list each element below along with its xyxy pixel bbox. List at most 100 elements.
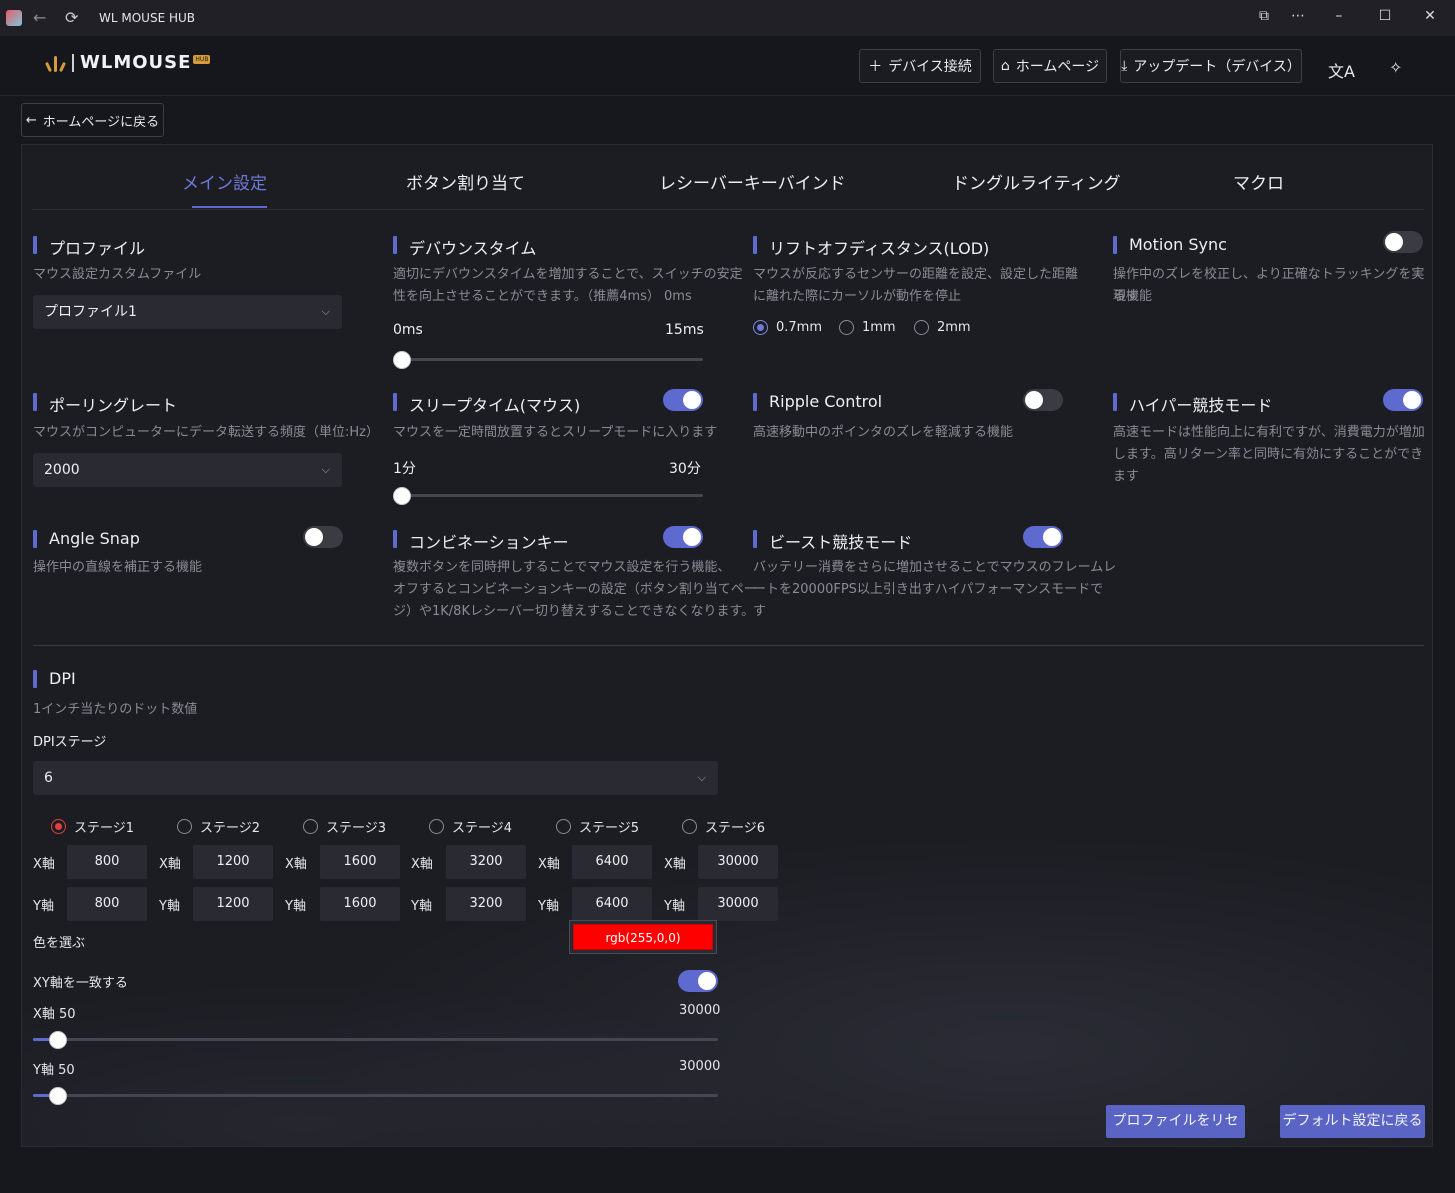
stage-3-y-input[interactable]: 1600 — [320, 887, 400, 921]
stage-4-radio[interactable]: ステージ4 — [429, 817, 512, 836]
radio-selected-icon — [51, 819, 66, 834]
stage-6-y-input[interactable]: 30000 — [698, 887, 778, 921]
profile-select[interactable]: プロファイル1 ⌵ — [33, 295, 342, 329]
close-button[interactable]: ✕ — [1420, 8, 1440, 24]
beast-desc-1: バッテリー消費をさらに増加させることでマウスのフレームレ — [753, 560, 1117, 575]
radio-icon — [914, 320, 929, 335]
tab-macro[interactable]: マクロ — [1233, 169, 1284, 194]
tab-button-assign[interactable]: ボタン割り当て — [406, 169, 525, 194]
y-axis-label: Y軸 — [33, 899, 54, 914]
profile-desc: マウス設定カスタムファイル — [33, 267, 202, 282]
tab-main-settings[interactable]: メイン設定 — [182, 169, 267, 194]
app-view-icon[interactable]: ⧉ — [1254, 8, 1274, 24]
app-window: ← ⟳ WL MOUSE HUB ⧉ ⋯ – ☐ ✕ WLMOUSE HUB ＋… — [0, 0, 1455, 1193]
download-icon: ⤓ — [1121, 58, 1128, 74]
reset-profile-button[interactable]: プロファイルをリセット — [1106, 1105, 1245, 1138]
stage-4-x-input[interactable]: 3200 — [446, 845, 526, 879]
stage-6-x-input[interactable]: 30000 — [698, 845, 778, 879]
x-axis-label: X軸 — [33, 857, 55, 872]
x-dpi-slider-track[interactable] — [33, 1038, 718, 1041]
y-dpi-slider-track[interactable] — [33, 1094, 718, 1097]
combo-desc-2: オフするとコンビネーションキーの設定（ボタン割り当てペー — [393, 582, 757, 597]
x-slider-label: X軸 50 — [33, 1007, 76, 1022]
sleep-toggle[interactable] — [663, 389, 703, 411]
lod-title: リフトオフディスタンス(LOD) — [753, 235, 989, 259]
color-picker[interactable]: rgb(255,0,0) — [569, 920, 717, 954]
tab-dongle-lighting[interactable]: ドングルライティング — [952, 169, 1121, 194]
chevron-down-icon: ⌵ — [321, 305, 330, 318]
lod-option-1mm[interactable]: 1mm — [839, 320, 896, 335]
hyper-desc-2: します。高リターン率と同時に有効にすることができます — [1113, 447, 1424, 484]
stage-3-radio[interactable]: ステージ3 — [303, 817, 386, 836]
stage-2-y-input[interactable]: 1200 — [193, 887, 273, 921]
stage-2-radio[interactable]: ステージ2 — [177, 817, 260, 836]
stage-label: ステージ3 — [326, 821, 387, 836]
restore-default-button[interactable]: デフォルト設定に戻る — [1280, 1105, 1425, 1138]
logo: WLMOUSE HUB — [45, 52, 211, 73]
x-dpi-slider-thumb[interactable] — [49, 1031, 67, 1049]
connect-device-button[interactable]: ＋ デバイス接続 — [859, 49, 981, 83]
chevron-down-icon: ⌵ — [321, 463, 330, 476]
radio-icon — [839, 320, 854, 335]
lod-option-2mm[interactable]: 2mm — [914, 320, 971, 335]
arrow-left-icon: ← — [25, 112, 37, 128]
stage-2-x-input[interactable]: 1200 — [193, 845, 273, 879]
app-header: WLMOUSE HUB ＋ デバイス接続 ⌂ ホームページ ⤓ アップデート（デ… — [0, 36, 1455, 96]
hyper-toggle[interactable] — [1383, 389, 1423, 411]
stage-3-x-input[interactable]: 1600 — [320, 845, 400, 879]
magic-wand-icon[interactable]: ✧ — [1389, 58, 1402, 77]
maximize-button[interactable]: ☐ — [1375, 8, 1395, 24]
angle-snap-desc: 操作中の直線を補正する機能 — [33, 560, 203, 575]
stage-4-y-input[interactable]: 3200 — [446, 887, 526, 921]
debounce-desc-1: 適切にデバウンスタイムを増加することで、スイッチの安定 — [393, 267, 743, 282]
y-axis-label: Y軸 — [159, 899, 180, 914]
dpi-desc: 1インチ当たりのドット数値 — [33, 702, 198, 717]
x-axis-label: X軸 — [285, 857, 307, 872]
tab-receiver-keybind[interactable]: レシーバーキーバインド — [659, 169, 846, 194]
stage-5-y-input[interactable]: 6400 — [572, 887, 652, 921]
stage-5-radio[interactable]: ステージ5 — [556, 817, 639, 836]
logo-mark-icon — [45, 54, 66, 72]
hyper-desc-1: 高速モードは性能向上に有利ですが、消費電力が増加 — [1113, 425, 1425, 440]
dpi-stage-label: DPIステージ — [33, 735, 107, 750]
lod-option-label: 2mm — [937, 320, 971, 335]
stage-1-y-input[interactable]: 800 — [67, 887, 147, 921]
stage-label: ステージ4 — [452, 821, 513, 836]
back-to-homepage-button[interactable]: ← ホームページに戻る — [21, 103, 164, 137]
sleep-title: スリープタイム(マウス) — [393, 392, 580, 416]
translate-icon[interactable]: 文A — [1328, 58, 1355, 82]
minimize-button[interactable]: – — [1329, 8, 1349, 24]
motion-sync-title: Motion Sync — [1113, 235, 1227, 254]
refresh-icon[interactable]: ⟳ — [65, 8, 78, 27]
homepage-button[interactable]: ⌂ ホームページ — [993, 49, 1107, 83]
motion-sync-toggle[interactable] — [1383, 231, 1423, 253]
combo-desc-1: 複数ボタンを同時押しすることでマウス設定を行う機能、 — [393, 560, 731, 575]
dpi-stage-select[interactable]: 6 ⌵ — [33, 761, 718, 795]
more-options-icon[interactable]: ⋯ — [1288, 8, 1308, 24]
x-axis-label: X軸 — [411, 857, 433, 872]
color-swatch: rgb(255,0,0) — [573, 924, 713, 950]
back-arrow-icon[interactable]: ← — [33, 8, 46, 27]
stage-1-x-input[interactable]: 800 — [67, 845, 147, 879]
polling-select[interactable]: 2000 ⌵ — [33, 453, 342, 487]
y-dpi-slider-thumb[interactable] — [49, 1087, 67, 1105]
stage-6-radio[interactable]: ステージ6 — [682, 817, 765, 836]
angle-snap-toggle[interactable] — [303, 526, 343, 548]
stage-1-radio[interactable]: ステージ1 — [51, 817, 134, 836]
section-divider — [33, 645, 1424, 646]
stage-label: ステージ6 — [705, 821, 766, 836]
radio-icon — [303, 819, 318, 834]
xy-sync-toggle[interactable] — [678, 970, 718, 992]
lod-option-0-7mm[interactable]: 0.7mm — [753, 320, 822, 335]
lod-desc-1: マウスが反応するセンサーの距離を設定、設定した距離 — [753, 267, 1079, 282]
sleep-slider-thumb[interactable] — [393, 487, 411, 505]
ripple-toggle[interactable] — [1023, 389, 1063, 411]
update-device-button[interactable]: ⤓ アップデート（デバイス） — [1120, 49, 1302, 83]
debounce-slider-thumb[interactable] — [393, 351, 411, 369]
sleep-slider-track[interactable] — [393, 494, 703, 497]
debounce-slider-track[interactable] — [393, 358, 703, 361]
beast-toggle[interactable] — [1023, 526, 1063, 548]
combo-toggle[interactable] — [663, 526, 703, 548]
stage-5-x-input[interactable]: 6400 — [572, 845, 652, 879]
radio-selected-icon — [753, 320, 768, 335]
